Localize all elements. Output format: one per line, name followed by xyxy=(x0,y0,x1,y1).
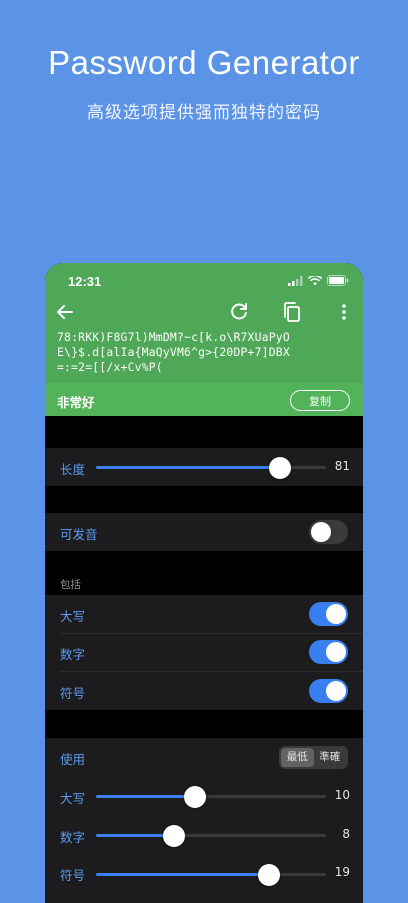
password-line-1: 78:RKK)F8G7l)MmDM?~c[k.o\R7XUaPyO xyxy=(57,330,290,344)
strength-label: 非常好 xyxy=(57,395,95,410)
length-value: 81 xyxy=(334,459,350,473)
slider-fill xyxy=(96,873,269,876)
include-symbols-toggle[interactable] xyxy=(309,679,348,703)
divider xyxy=(60,633,363,634)
length-slider[interactable] xyxy=(96,456,326,479)
usage-uppercase-value: 10 xyxy=(334,788,350,802)
include-uppercase-label: 大写 xyxy=(60,609,86,624)
wifi-icon xyxy=(308,275,322,285)
usage-symbols-value: 19 xyxy=(334,865,350,879)
usage-segmented-control[interactable]: 最低 準確 xyxy=(279,746,348,769)
include-digits-label: 数字 xyxy=(60,647,86,662)
more-vertical-icon[interactable] xyxy=(332,300,356,324)
copy-button[interactable]: 复制 xyxy=(290,390,350,411)
include-symbols-label: 符号 xyxy=(60,686,86,701)
segment-minimum[interactable]: 最低 xyxy=(281,748,314,767)
hero-title: Password Generator xyxy=(48,44,360,81)
signal-icon xyxy=(288,275,303,286)
strength-bar: 非常好 复制 xyxy=(45,383,363,416)
usage-digits-label: 数字 xyxy=(60,830,86,845)
phone-screen: 12:31 78:RKK)F8G7l)MmDM?~c[k.o\R7XUaPyO … xyxy=(45,263,363,903)
pronounceable-label: 可发音 xyxy=(60,527,98,542)
refresh-icon[interactable] xyxy=(227,300,251,324)
status-time: 12:31 xyxy=(68,274,102,289)
usage-group: 使用 最低 準確 大写 10 数字 8 符号 19 xyxy=(45,738,363,903)
generated-password[interactable]: 78:RKK)F8G7l)MmDM?~c[k.o\R7XUaPyO E\}$.d… xyxy=(57,330,357,375)
include-group: 大写 数字 符号 xyxy=(45,595,363,710)
hero-subtitle: 高级选项提供强而独特的密码 xyxy=(87,103,321,123)
pronounceable-toggle[interactable] xyxy=(309,520,348,544)
usage-digits-slider[interactable] xyxy=(96,824,326,847)
pronounceable-row: 可发音 xyxy=(45,513,363,551)
battery-icon xyxy=(327,275,349,286)
password-line-2: E\}$.d[alIa{MaQyVM6^g>{20DP+7]DBX xyxy=(57,345,290,359)
include-header: 包括 xyxy=(60,579,81,591)
slider-thumb[interactable] xyxy=(257,863,280,886)
toggle-knob xyxy=(326,642,346,662)
usage-digits-value: 8 xyxy=(342,827,350,841)
password-line-3: =:=2=[[/x+Cv%P( xyxy=(57,360,163,374)
status-icons xyxy=(288,275,349,286)
slider-fill xyxy=(96,795,195,798)
length-slider-thumb[interactable] xyxy=(269,456,291,479)
back-arrow-icon[interactable] xyxy=(53,300,77,324)
slider-thumb[interactable] xyxy=(183,785,206,808)
length-slider-fill xyxy=(96,466,280,469)
usage-symbols-slider[interactable] xyxy=(96,863,326,886)
include-uppercase-toggle[interactable] xyxy=(309,602,348,626)
length-row: 长度 81 xyxy=(45,448,363,486)
password-header: 12:31 78:RKK)F8G7l)MmDM?~c[k.o\R7XUaPyO … xyxy=(45,263,363,416)
toggle-knob xyxy=(326,604,346,624)
copy-icon[interactable] xyxy=(280,300,304,324)
usage-symbols-label: 符号 xyxy=(60,868,86,883)
segment-exact[interactable]: 準確 xyxy=(314,748,347,767)
divider xyxy=(60,671,363,672)
length-label: 长度 xyxy=(60,462,86,477)
toggle-knob xyxy=(326,681,346,701)
usage-uppercase-slider[interactable] xyxy=(96,785,326,808)
usage-uppercase-label: 大写 xyxy=(60,791,86,806)
toggle-knob xyxy=(311,522,331,542)
include-digits-toggle[interactable] xyxy=(309,640,348,664)
slider-thumb[interactable] xyxy=(163,824,186,847)
usage-label: 使用 xyxy=(60,752,86,767)
